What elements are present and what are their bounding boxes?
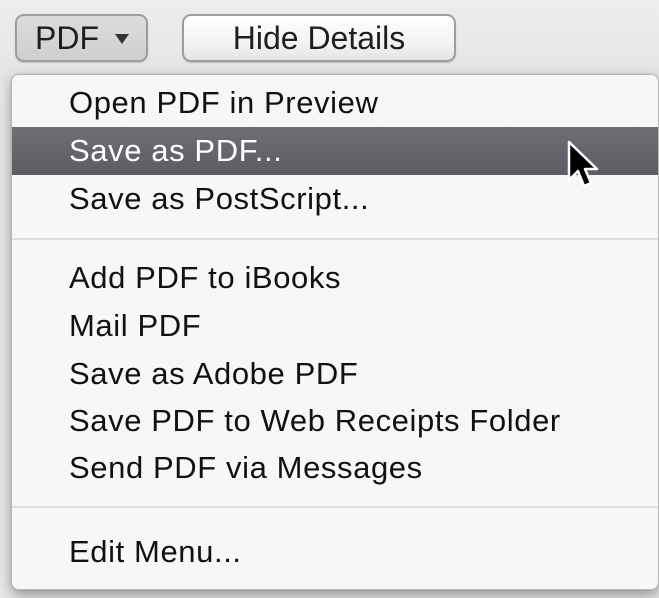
- menu-item-save-as-postscript[interactable]: Save as PostScript...: [12, 175, 658, 223]
- pdf-button-label: PDF: [35, 19, 99, 56]
- mouse-pointer-icon: [567, 140, 599, 188]
- pdf-dropdown-menu: Open PDF in Preview Save as PDF... Save …: [11, 74, 659, 590]
- menu-item-save-as-adobe-pdf[interactable]: Save as Adobe PDF: [12, 350, 658, 398]
- menu-item-label: Mail PDF: [69, 308, 202, 343]
- chevron-down-icon: [115, 34, 129, 44]
- menu-item-edit-menu[interactable]: Edit Menu...: [12, 528, 658, 576]
- menu-item-send-pdf-via-messages[interactable]: Send PDF via Messages: [12, 444, 658, 492]
- menu-item-label: Open PDF in Preview: [69, 85, 379, 120]
- hide-details-label: Hide Details: [232, 19, 406, 56]
- menu-item-add-pdf-to-ibooks[interactable]: Add PDF to iBooks: [12, 254, 658, 302]
- menu-item-label: Send PDF via Messages: [69, 450, 423, 485]
- menu-item-open-pdf-in-preview[interactable]: Open PDF in Preview: [12, 79, 658, 127]
- menu-item-label: Save as PostScript...: [69, 181, 370, 216]
- menu-item-label: Save as PDF...: [69, 133, 283, 168]
- pdf-menu-button[interactable]: PDF: [15, 14, 148, 62]
- print-dialog-toolbar: PDF Hide Details: [0, 0, 659, 84]
- menu-separator: [12, 238, 658, 240]
- menu-item-save-pdf-to-web-receipts[interactable]: Save PDF to Web Receipts Folder: [12, 397, 658, 445]
- menu-item-label: Save as Adobe PDF: [69, 356, 359, 391]
- menu-separator: [12, 506, 658, 508]
- menu-item-label: Edit Menu...: [69, 534, 242, 569]
- menu-item-label: Save PDF to Web Receipts Folder: [69, 403, 561, 438]
- menu-item-mail-pdf[interactable]: Mail PDF: [12, 302, 658, 350]
- menu-item-label: Add PDF to iBooks: [69, 260, 342, 295]
- hide-details-button[interactable]: Hide Details: [182, 14, 456, 62]
- menu-item-save-as-pdf[interactable]: Save as PDF...: [12, 127, 658, 175]
